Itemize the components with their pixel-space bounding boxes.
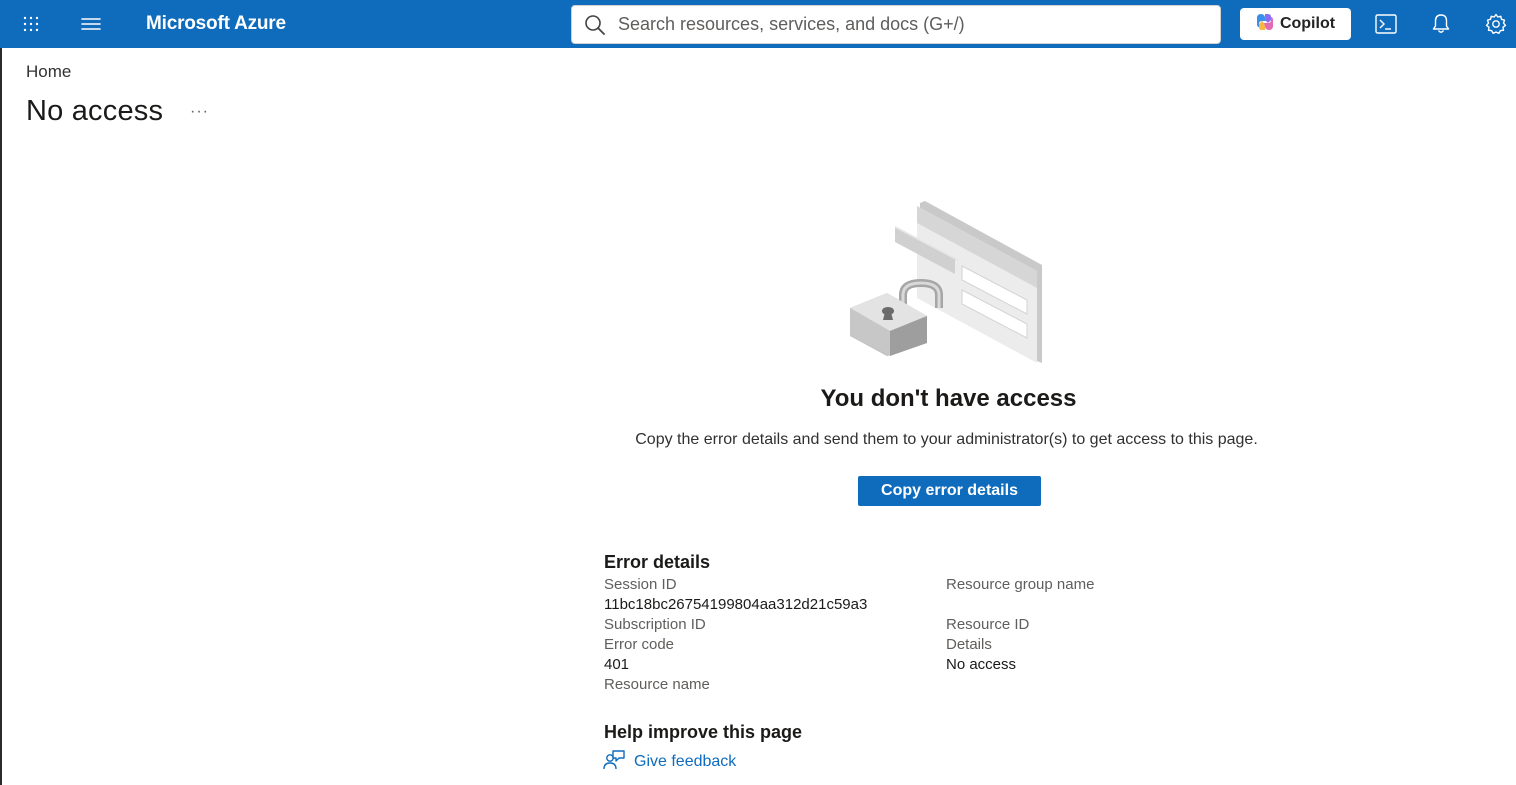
error-details-right: Resource group name Resource ID Details …	[946, 575, 1094, 675]
details-value: No access	[946, 656, 1017, 673]
access-message: Copy the error details and send them to …	[635, 431, 1258, 448]
session-id-value: 11bc18bc26754199804aa312d21c59a3	[604, 596, 868, 613]
resource-group-name-label: Resource group name	[946, 576, 1095, 593]
search-box[interactable]	[571, 5, 1221, 44]
resource-name-label: Resource name	[604, 676, 710, 693]
copy-error-details-button[interactable]: Copy error details	[858, 476, 1041, 506]
feedback-icon	[603, 749, 625, 776]
breadcrumb-home[interactable]: Home	[26, 62, 71, 82]
error-details-title: Error details	[604, 552, 711, 572]
give-feedback-link[interactable]: Give feedback	[603, 749, 737, 776]
error-code-label: Error code	[604, 636, 675, 653]
more-options-icon[interactable]: ···	[190, 103, 209, 121]
bell-icon[interactable]	[1423, 0, 1459, 48]
copilot-button[interactable]: Copilot	[1240, 8, 1351, 40]
error-code-value: 401	[604, 656, 630, 673]
waffle-icon[interactable]	[14, 0, 48, 48]
top-bar: Microsoft Azure Copilot	[0, 0, 1516, 48]
help-title: Help improve this page	[604, 722, 803, 742]
session-id-label: Session ID	[604, 576, 677, 593]
search-icon	[572, 6, 618, 43]
resource-id-label: Resource ID	[946, 616, 1030, 633]
search-input[interactable]	[618, 7, 1208, 42]
left-border	[0, 48, 2, 785]
copilot-icon	[1256, 13, 1274, 36]
gear-icon[interactable]	[1478, 0, 1514, 48]
access-heading: You don't have access	[820, 385, 1077, 412]
resource-group-name-value	[946, 595, 1094, 615]
copilot-label: Copilot	[1279, 15, 1336, 32]
details-label: Details	[946, 636, 992, 653]
cloud-shell-icon[interactable]	[1368, 0, 1404, 48]
subscription-id-label: Subscription ID	[604, 616, 706, 633]
lock-illustration	[845, 198, 1050, 368]
hamburger-icon[interactable]	[72, 0, 110, 48]
brand-title[interactable]: Microsoft Azure	[146, 0, 286, 48]
error-details-left: Session ID 11bc18bc26754199804aa312d21c5…	[604, 575, 867, 695]
page-title: No access	[26, 95, 164, 127]
give-feedback-label: Give feedback	[634, 753, 737, 770]
